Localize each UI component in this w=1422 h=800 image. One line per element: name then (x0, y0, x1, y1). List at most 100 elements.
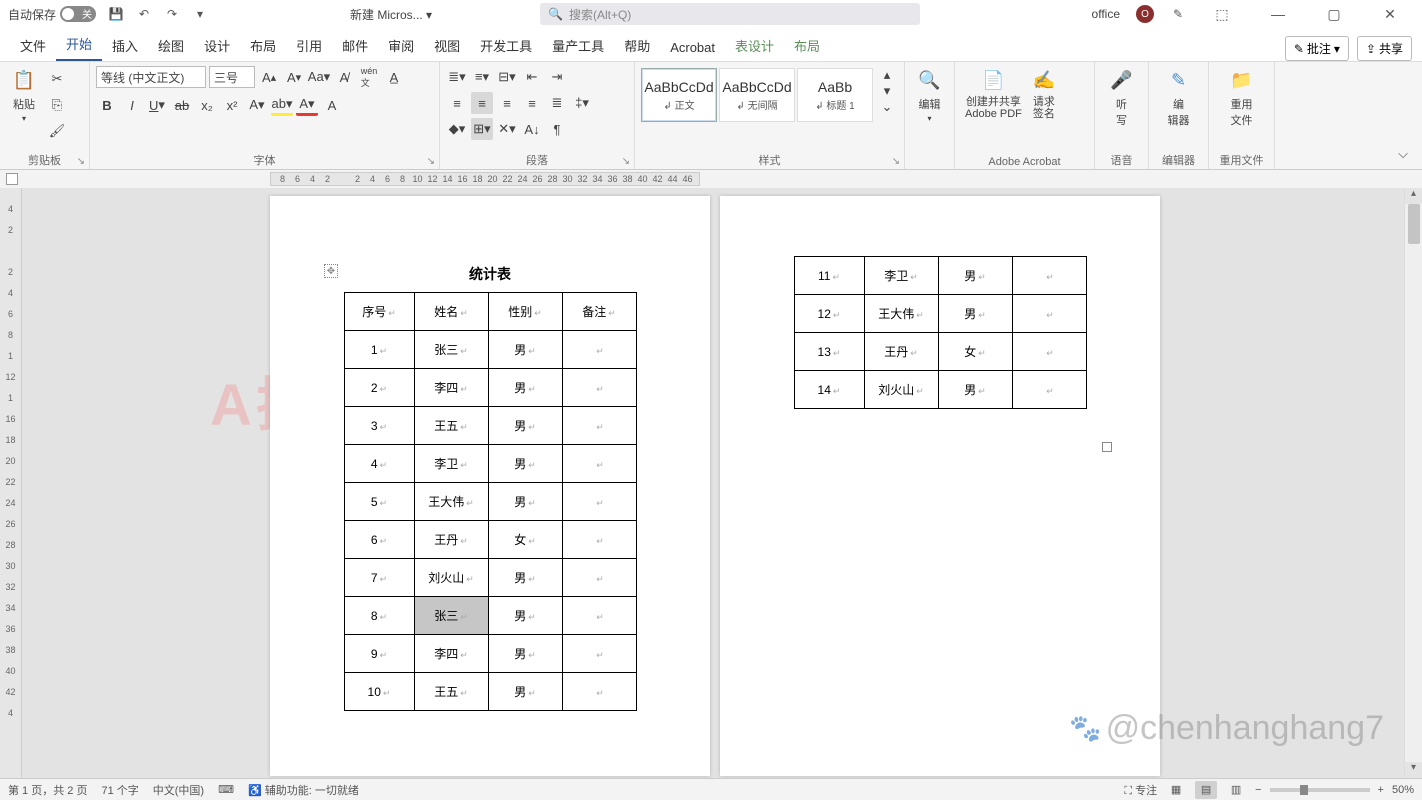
tab-开始[interactable]: 开始 (56, 28, 102, 61)
pen-icon[interactable]: ✎ (1170, 6, 1186, 22)
tab-Acrobat[interactable]: Acrobat (660, 34, 725, 61)
editor-button[interactable]: ✎编 辑器 (1155, 64, 1202, 130)
font-color-icon[interactable]: A▾ (296, 94, 318, 116)
text-effects-icon[interactable]: A▾ (246, 94, 268, 116)
tab-绘图[interactable]: 绘图 (148, 30, 194, 61)
clear-format-icon[interactable]: A̸ (333, 66, 355, 88)
styles-scroll-down-icon[interactable]: ▾ (876, 84, 898, 98)
tab-量产工具[interactable]: 量产工具 (542, 30, 614, 61)
print-layout-icon[interactable]: ▤ (1195, 781, 1217, 799)
zoom-in-button[interactable]: + (1378, 784, 1384, 796)
show-marks-icon[interactable]: ¶ (546, 118, 568, 140)
paste-button[interactable]: 📋粘贴▾ (6, 64, 42, 142)
strike-button[interactable]: ab (171, 94, 193, 116)
tab-视图[interactable]: 视图 (424, 30, 470, 61)
a11y-status[interactable]: ♿ 辅助功能: 一切就绪 (248, 782, 359, 798)
style-正文[interactable]: AaBbCcDd↲ 正文 (641, 68, 717, 122)
underline-button[interactable]: U▾ (146, 94, 168, 116)
collapse-ribbon-icon[interactable]: ⌵ (1392, 143, 1414, 165)
change-case-icon[interactable]: Aa▾ (308, 66, 330, 88)
comments-button[interactable]: ✎ 批注 ▾ (1285, 36, 1349, 61)
editing-button[interactable]: 🔍编辑▾ (911, 64, 948, 125)
redo-icon[interactable]: ↷ (164, 6, 180, 22)
asian-layout-icon[interactable]: ✕▾ (496, 118, 518, 140)
zoom-level[interactable]: 50% (1392, 784, 1414, 796)
align-right-icon[interactable]: ≡ (496, 92, 518, 114)
tab-开发工具[interactable]: 开发工具 (470, 30, 542, 61)
horizontal-ruler[interactable]: 8642246810121416182022242628303234363840… (270, 172, 700, 186)
char-border-icon[interactable]: A̲ (383, 66, 405, 88)
tab-引用[interactable]: 引用 (286, 30, 332, 61)
increase-indent-icon[interactable]: ⇥ (546, 66, 568, 88)
undo-icon[interactable]: ↶ (136, 6, 152, 22)
ribbon-display-icon[interactable]: ⬚ (1202, 2, 1242, 26)
doc-table-1[interactable]: 序号姓名性别备注1张三男2李四男3王五男4李卫男5王大伟男6王丹女7刘火山男8张… (344, 292, 637, 711)
tab-布局[interactable]: 布局 (784, 30, 830, 61)
decrease-indent-icon[interactable]: ⇤ (521, 66, 543, 88)
page-status[interactable]: 第 1 页，共 2 页 (8, 782, 87, 798)
grow-font-icon[interactable]: A▴ (258, 66, 280, 88)
web-layout-icon[interactable]: ▥ (1225, 781, 1247, 799)
char-shading-icon[interactable]: A (321, 94, 343, 116)
doc-table-2[interactable]: 11李卫男12王大伟男13王丹女14刘火山男 (794, 256, 1087, 409)
table-resize-handle[interactable] (1102, 442, 1112, 452)
font-name-combo[interactable]: 等线 (中文正文) (96, 66, 206, 88)
zoom-slider[interactable] (1270, 788, 1370, 792)
save-icon[interactable]: 💾 (108, 6, 124, 22)
align-left-icon[interactable]: ≡ (446, 92, 468, 114)
avatar[interactable]: O (1136, 5, 1154, 23)
italic-button[interactable]: I (121, 94, 143, 116)
bold-button[interactable]: B (96, 94, 118, 116)
vertical-scrollbar[interactable]: ▴ ▾ (1404, 188, 1422, 778)
format-painter-icon[interactable]: 🖌 (46, 120, 68, 142)
read-mode-icon[interactable]: ▦ (1165, 781, 1187, 799)
phonetic-guide-icon[interactable]: wén文 (358, 66, 380, 88)
language-status[interactable]: 中文(中国) (153, 782, 204, 798)
reuse-file-button[interactable]: 📁重用 文件 (1215, 64, 1268, 130)
multilevel-icon[interactable]: ⊟▾ (496, 66, 518, 88)
bullets-icon[interactable]: ≣▾ (446, 66, 468, 88)
qat-customize-icon[interactable]: ▾ (192, 6, 208, 22)
user-name[interactable]: office (1092, 7, 1120, 21)
close-button[interactable]: ✕ (1370, 2, 1410, 26)
style-标题 1[interactable]: AaBb↲ 标题 1 (797, 68, 873, 122)
scroll-down-icon[interactable]: ▾ (1405, 762, 1422, 778)
text-predict-icon[interactable]: ⌨ (218, 783, 234, 796)
paragraph-launcher-icon[interactable]: ↘ (622, 156, 630, 167)
line-spacing-icon[interactable]: ‡▾ (571, 92, 593, 114)
create-pdf-button[interactable]: 📄创建并共享 Adobe PDF (961, 64, 1026, 122)
numbering-icon[interactable]: ≡▾ (471, 66, 493, 88)
search-input[interactable]: 🔍 搜索(Alt+Q) (540, 3, 920, 25)
clipboard-launcher-icon[interactable]: ↘ (77, 156, 85, 167)
tab-布局[interactable]: 布局 (240, 30, 286, 61)
minimize-button[interactable]: — (1258, 2, 1298, 26)
align-center-icon[interactable]: ≡ (471, 92, 493, 114)
superscript-button[interactable]: x² (221, 94, 243, 116)
zoom-out-button[interactable]: − (1255, 784, 1261, 796)
sort-icon[interactable]: A↓ (521, 118, 543, 140)
word-count[interactable]: 71 个字 (101, 782, 138, 798)
table-move-handle[interactable]: ✥ (324, 264, 338, 278)
tab-文件[interactable]: 文件 (10, 30, 56, 61)
focus-mode[interactable]: ⛶ 专注 (1124, 782, 1157, 798)
tab-审阅[interactable]: 审阅 (378, 30, 424, 61)
shrink-font-icon[interactable]: A▾ (283, 66, 305, 88)
vertical-ruler[interactable]: 422468112116182022242628303234363840424 (0, 188, 22, 778)
tab-帮助[interactable]: 帮助 (614, 30, 660, 61)
borders-icon[interactable]: ⊞▾ (471, 118, 493, 140)
justify-icon[interactable]: ≡ (521, 92, 543, 114)
cut-icon[interactable]: ✂ (46, 68, 68, 90)
copy-icon[interactable]: ⎘ (46, 94, 68, 116)
font-size-combo[interactable]: 三号 (209, 66, 255, 88)
tab-邮件[interactable]: 邮件 (332, 30, 378, 61)
dictate-button[interactable]: 🎤听 写 (1101, 64, 1142, 130)
tab-selector[interactable] (6, 173, 18, 185)
autosave-toggle[interactable]: 自动保存 关 (8, 6, 96, 23)
highlight-icon[interactable]: ab▾ (271, 94, 293, 116)
request-sign-button[interactable]: ✍请求 签名 (1026, 64, 1062, 122)
distributed-icon[interactable]: ≣ (546, 92, 568, 114)
tab-插入[interactable]: 插入 (102, 30, 148, 61)
styles-more-icon[interactable]: ⌄ (876, 100, 898, 114)
share-button[interactable]: ⇪ 共享 (1357, 36, 1412, 61)
scroll-thumb[interactable] (1408, 204, 1420, 244)
